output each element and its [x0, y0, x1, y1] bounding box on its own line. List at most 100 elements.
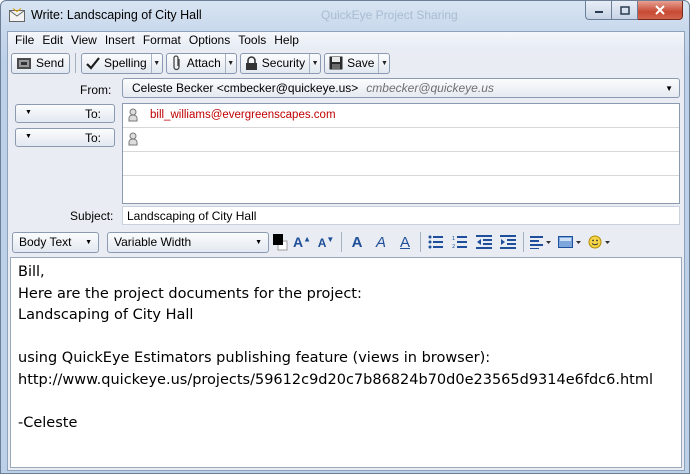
svg-text:1: 1	[452, 236, 455, 242]
subject-input[interactable]: Landscaping of City Hall	[122, 206, 680, 225]
close-button[interactable]	[638, 1, 683, 20]
maximize-icon	[619, 5, 630, 15]
title-bar[interactable]: Write: Landscaping of City Hall QuickEye…	[1, 1, 689, 31]
menu-options[interactable]: Options	[185, 32, 234, 50]
font-larger-icon: A▲	[292, 234, 312, 250]
insert-button[interactable]	[556, 232, 584, 253]
font-select[interactable]: Variable Width ▼	[107, 231, 269, 253]
subject-label: Subject:	[70, 209, 114, 223]
menu-insert[interactable]: Insert	[101, 32, 139, 50]
italic-icon: A	[375, 233, 386, 251]
recipient-type-select-2[interactable]: ▼ To:	[15, 128, 115, 147]
close-icon	[655, 5, 665, 15]
font-smaller-icon: A▼	[317, 234, 335, 250]
paragraph-style-select[interactable]: Body Text ▼	[12, 231, 99, 253]
outdent-icon	[476, 235, 492, 249]
chevron-down-icon: ▼	[665, 84, 673, 93]
menu-help[interactable]: Help	[270, 32, 303, 50]
recipient-row-empty[interactable]	[123, 152, 679, 176]
bold-icon: A	[351, 233, 363, 251]
from-identity-select[interactable]: Celeste Becker <cmbecker@quickeye.us> cm…	[122, 78, 680, 98]
spelling-label: Spelling	[104, 56, 147, 70]
recipient-type-select-1[interactable]: ▼ To:	[15, 104, 115, 123]
chevron-down-icon: ▼	[85, 238, 92, 246]
toolbar-separator	[420, 232, 421, 252]
underline-button[interactable]: A	[394, 232, 416, 253]
save-label: Save	[347, 56, 375, 70]
larger-font-button[interactable]: A▲	[291, 232, 313, 253]
attach-dropdown-arrow[interactable]: ▼	[224, 53, 236, 73]
numbered-list-button[interactable]: 1 2	[449, 232, 471, 253]
lock-icon	[245, 55, 257, 70]
numbered-list-icon: 1 2	[452, 236, 467, 249]
text-color-icon	[273, 234, 288, 251]
chevron-down-icon: ▼	[25, 109, 32, 116]
from-address-hint: cmbecker@quickeye.us	[366, 81, 494, 95]
body-line: Landscaping of City Hall	[18, 307, 194, 323]
recipient-type-label-2: To:	[84, 131, 101, 145]
floppy-disk-icon	[329, 56, 343, 70]
body-line: using QuickEye Estimators publishing fea…	[18, 350, 491, 366]
chevron-down-icon: ▼	[25, 133, 32, 140]
security-dropdown-arrow[interactable]: ▼	[309, 53, 320, 73]
paperclip-icon	[173, 55, 180, 71]
italic-button[interactable]: A	[370, 232, 392, 253]
insert-image-icon	[558, 236, 581, 248]
align-left-icon	[530, 236, 551, 249]
align-button[interactable]	[528, 232, 554, 253]
text-color-button[interactable]	[271, 232, 289, 253]
compose-window: Write: Landscaping of City Hall QuickEye…	[0, 0, 690, 474]
recipient-type-label-1: To:	[84, 107, 101, 121]
maximize-button[interactable]	[612, 1, 638, 20]
send-button[interactable]: Send	[11, 52, 71, 74]
envelope-icon	[9, 8, 25, 22]
toolbar-separator	[523, 232, 524, 252]
send-icon	[17, 57, 31, 69]
body-line: -Celeste	[18, 414, 78, 431]
smaller-font-button[interactable]: A▼	[315, 232, 337, 253]
spelling-dropdown-arrow[interactable]: ▼	[150, 53, 162, 73]
compose-toolbar: Send Spelling ▼ Attach ▼ Security ▼ Save…	[8, 51, 684, 75]
minimize-button[interactable]	[585, 1, 612, 20]
body-link-line: http://www.quickeye.us/projects/59612c9d…	[18, 371, 654, 388]
smiley-icon	[588, 235, 610, 249]
security-button[interactable]: Security ▼	[239, 52, 322, 74]
menu-view[interactable]: View	[67, 32, 101, 50]
recipient-input-1[interactable]: bill_williams@evergreenscapes.com	[150, 109, 336, 121]
body-line	[18, 391, 674, 413]
indent-button[interactable]	[497, 232, 519, 253]
person-icon	[128, 132, 138, 146]
attach-button[interactable]: Attach ▼	[165, 52, 237, 74]
recipient-list: bill_williams@evergreenscapes.com	[122, 103, 680, 204]
save-button[interactable]: Save ▼	[324, 52, 391, 74]
body-line	[18, 327, 674, 349]
paragraph-style-value: Body Text	[19, 235, 72, 249]
save-dropdown-arrow[interactable]: ▼	[378, 53, 389, 73]
indent-icon	[500, 235, 516, 249]
font-value: Variable Width	[114, 235, 192, 249]
menu-format[interactable]: Format	[139, 32, 185, 50]
menu-file[interactable]: File	[11, 32, 38, 50]
menu-bar: File Edit View Insert Format Options Too…	[8, 32, 684, 50]
recipient-row-2[interactable]	[123, 128, 679, 152]
menu-tools[interactable]: Tools	[234, 32, 270, 50]
toolbar-separator	[75, 53, 77, 73]
window-title: Write: Landscaping of City Hall	[31, 8, 202, 22]
outdent-button[interactable]	[473, 232, 495, 253]
bold-button[interactable]: A	[346, 232, 368, 253]
background-window-title: QuickEye Project Sharing	[321, 8, 458, 22]
message-body-editor[interactable]: Bill, Here are the project documents for…	[10, 257, 682, 468]
from-label: From:	[80, 83, 112, 97]
bullet-list-button[interactable]	[425, 232, 447, 253]
recipient-row-1[interactable]: bill_williams@evergreenscapes.com	[123, 104, 679, 128]
minimize-icon	[594, 11, 603, 13]
menu-edit[interactable]: Edit	[38, 32, 67, 50]
chevron-down-icon: ▼	[255, 238, 262, 246]
send-label: Send	[36, 56, 65, 70]
attach-label: Attach	[186, 56, 221, 70]
emoticon-button[interactable]	[586, 232, 614, 253]
spelling-button[interactable]: Spelling ▼	[81, 52, 163, 74]
recipient-row-empty[interactable]	[123, 176, 679, 200]
format-toolbar: Body Text ▼ Variable Width ▼ A▲ A▼ A A A	[8, 229, 684, 255]
message-header: From: Celeste Becker <cmbecker@quickeye.…	[8, 76, 684, 226]
